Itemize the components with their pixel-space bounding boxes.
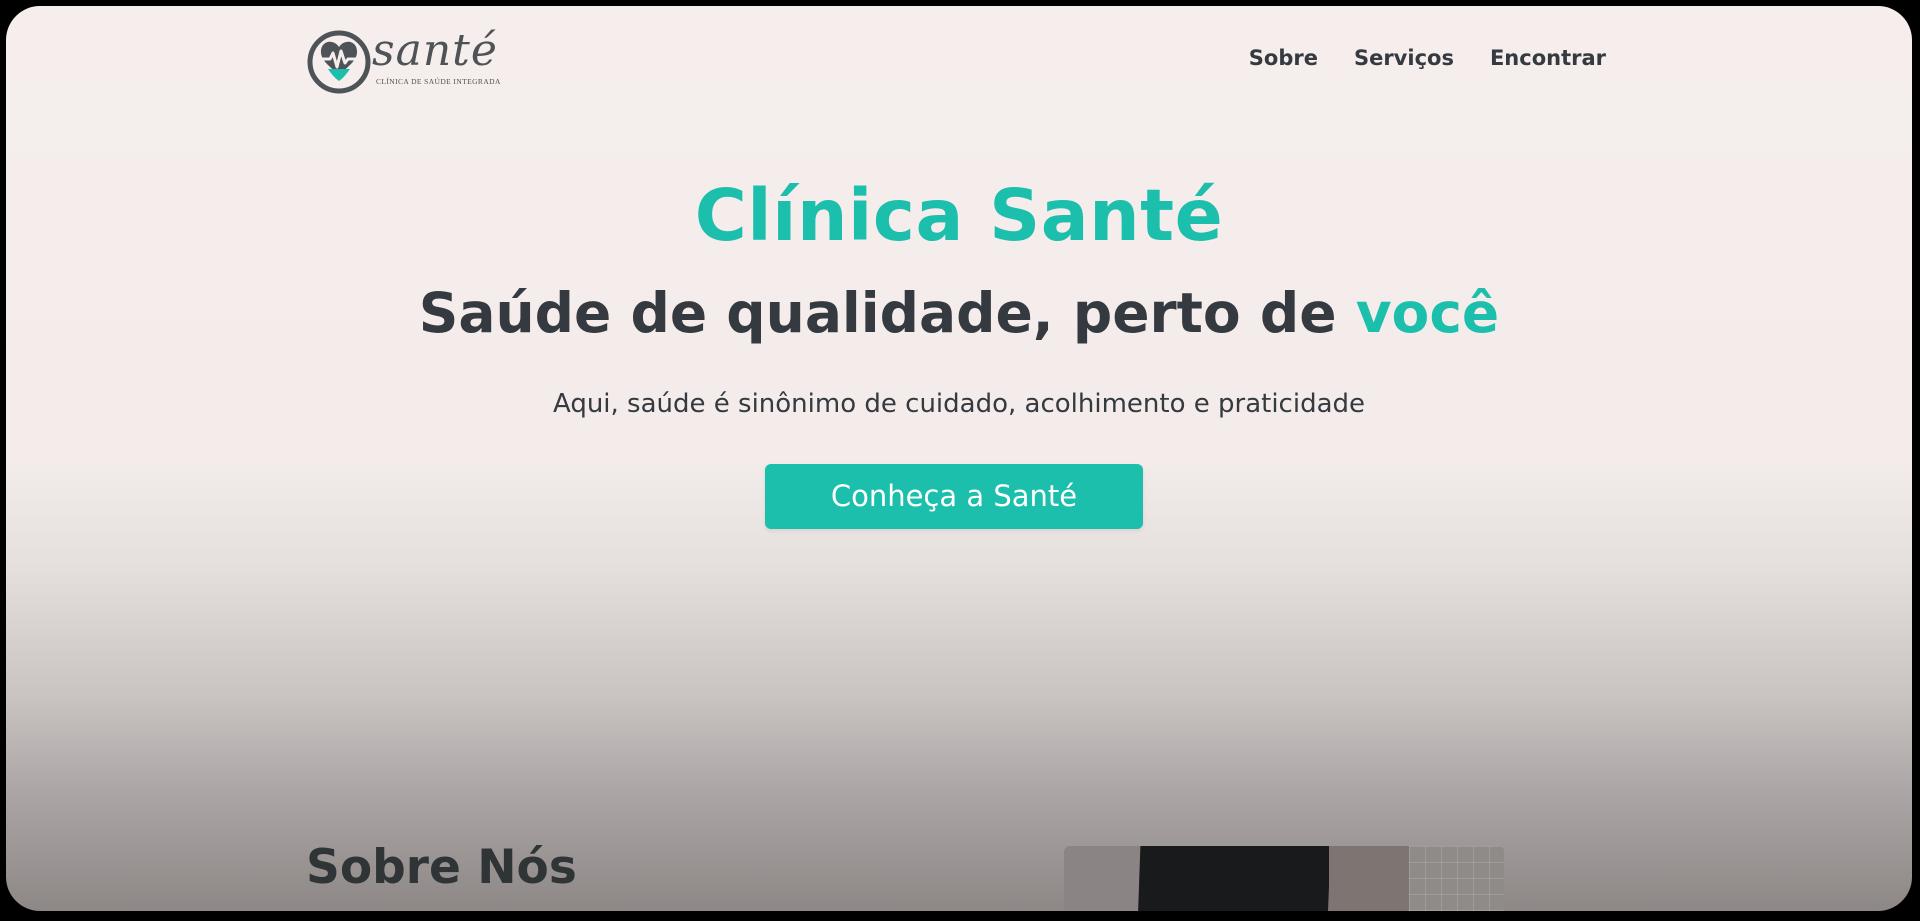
cta-conheca-button[interactable]: Conheça a Santé [765, 464, 1143, 529]
nav-link-servicos[interactable]: Serviços [1354, 46, 1454, 70]
hero-subtitle-accent: você [1355, 281, 1500, 345]
heart-pulse-logo-icon [307, 30, 371, 94]
hero-description: Aqui, saúde é sinônimo de cuidado, acolh… [552, 389, 1366, 419]
photo-dark-panel [1137, 846, 1331, 911]
photo-tile-panel [1409, 846, 1504, 911]
main-nav: Sobre Serviços Encontrar [1249, 46, 1606, 70]
logo[interactable]: santé CLÍNICA DE SAÚDE INTEGRADA [306, 25, 500, 99]
hero-title: Clínica Santé [694, 174, 1224, 257]
about-photo [1064, 846, 1504, 911]
logo-wordmark: santé [372, 25, 498, 76]
hero-subtitle-main: Saúde de qualidade, perto de [418, 281, 1356, 345]
site-header: santé CLÍNICA DE SAÚDE INTEGRADA Sobre S… [306, 25, 1606, 102]
logo-tagline: CLÍNICA DE SAÚDE INTEGRADA [376, 77, 501, 86]
nav-link-encontrar[interactable]: Encontrar [1490, 46, 1606, 70]
about-heading: Sobre Nós [306, 840, 577, 895]
nav-link-sobre[interactable]: Sobre [1249, 46, 1318, 70]
page-frame: santé CLÍNICA DE SAÚDE INTEGRADA Sobre S… [6, 6, 1912, 911]
photo-wall-panel [1329, 846, 1409, 911]
hero-subtitle: Saúde de qualidade, perto de você [6, 281, 1912, 345]
